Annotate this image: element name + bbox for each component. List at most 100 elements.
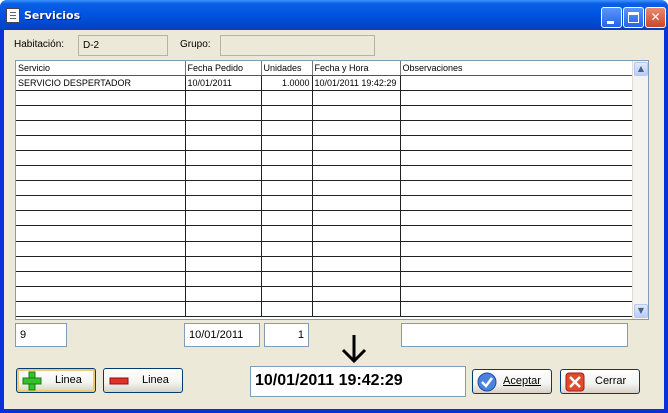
table-row[interactable] (16, 150, 635, 167)
minimize-button[interactable] (601, 7, 622, 28)
unidades-input[interactable]: 1 (264, 323, 309, 347)
table-cell[interactable] (185, 105, 262, 121)
table-cell[interactable] (261, 195, 313, 212)
col-servicio-header[interactable]: Servicio (16, 61, 186, 76)
table-cell[interactable] (261, 256, 313, 272)
table-row[interactable] (16, 105, 635, 121)
table-row[interactable] (16, 90, 635, 106)
table-row[interactable]: SERVICIO DESPERTADOR 10/01/2011 1.0000 10/0… (16, 75, 635, 91)
servicio-code-input[interactable]: 9 (15, 323, 67, 347)
close-button[interactable]: Cerrar (560, 369, 640, 394)
table-row[interactable] (16, 256, 635, 272)
table-cell[interactable] (16, 120, 186, 136)
maximize-button[interactable] (623, 7, 644, 28)
table-cell[interactable] (185, 135, 262, 151)
fecha-pedido-input[interactable]: 10/01/2011 (184, 323, 260, 347)
table-cell[interactable] (185, 225, 262, 242)
table-cell[interactable] (312, 301, 401, 318)
table-row[interactable] (16, 241, 635, 257)
table-cell[interactable] (400, 301, 635, 318)
table-cell[interactable] (400, 256, 635, 272)
observaciones-input[interactable] (401, 323, 628, 347)
table-cell[interactable] (16, 301, 186, 318)
table-cell[interactable] (185, 241, 262, 257)
table-cell[interactable] (400, 135, 635, 151)
table-cell[interactable] (312, 90, 401, 106)
table-cell[interactable] (312, 120, 401, 136)
table-cell[interactable] (16, 90, 186, 106)
table-cell[interactable] (16, 135, 186, 151)
table-cell[interactable] (312, 225, 401, 242)
table-cell[interactable]: 10/01/2011 19:42:29 (312, 75, 401, 91)
table-cell[interactable] (261, 90, 313, 106)
table-cell[interactable] (185, 271, 262, 287)
table-cell[interactable] (261, 120, 313, 136)
table-row[interactable] (16, 225, 635, 242)
table-cell[interactable] (16, 180, 186, 197)
table-cell[interactable] (400, 105, 635, 121)
table-cell[interactable] (185, 180, 262, 197)
table-cell[interactable] (400, 180, 635, 197)
close-window-button[interactable]: ✕ (645, 7, 666, 28)
table-cell[interactable] (400, 225, 635, 242)
table-cell[interactable] (312, 165, 401, 182)
table-cell[interactable] (185, 210, 262, 227)
servicios-grid[interactable]: Servicio Fecha Pedido Unidades Fecha y H… (15, 60, 649, 320)
table-cell[interactable] (261, 150, 313, 167)
table-cell[interactable] (400, 271, 635, 287)
accept-button[interactable]: Aceptar (472, 369, 552, 394)
table-cell[interactable] (312, 105, 401, 121)
table-cell[interactable] (16, 210, 186, 227)
table-cell[interactable] (400, 120, 635, 136)
col-observaciones-header[interactable]: Observaciones (400, 61, 635, 76)
col-unidades-header[interactable]: Unidades (261, 61, 313, 76)
table-cell[interactable] (400, 90, 635, 106)
table-cell[interactable] (400, 195, 635, 212)
table-cell[interactable] (185, 90, 262, 106)
table-cell[interactable] (16, 105, 186, 121)
scroll-up-icon[interactable]: ▲ (634, 62, 648, 76)
table-cell[interactable] (16, 286, 186, 302)
table-cell[interactable]: 10/01/2011 (185, 75, 262, 91)
remove-line-button[interactable]: Linea (103, 368, 183, 393)
table-cell[interactable] (312, 150, 401, 167)
table-cell[interactable]: SERVICIO DESPERTADOR (16, 75, 186, 91)
col-fecha-hora-header[interactable]: Fecha y Hora (312, 61, 401, 76)
table-row[interactable] (16, 271, 635, 287)
table-cell[interactable] (16, 150, 186, 167)
table-cell[interactable] (261, 271, 313, 287)
title-bar[interactable]: Servicios ✕ (0, 0, 668, 30)
table-row[interactable] (16, 210, 635, 227)
table-cell[interactable] (261, 105, 313, 121)
table-cell[interactable] (185, 286, 262, 302)
table-cell[interactable] (400, 75, 635, 91)
table-row[interactable] (16, 180, 635, 197)
table-cell[interactable] (312, 210, 401, 227)
table-cell[interactable] (185, 301, 262, 318)
table-row[interactable] (16, 286, 635, 302)
table-cell[interactable] (16, 165, 186, 182)
table-row[interactable] (16, 135, 635, 151)
table-row[interactable] (16, 301, 635, 318)
table-cell[interactable] (185, 120, 262, 136)
table-cell[interactable] (185, 150, 262, 167)
table-cell[interactable] (400, 150, 635, 167)
table-cell[interactable]: 1.0000 (261, 75, 313, 91)
table-cell[interactable] (16, 256, 186, 272)
table-cell[interactable] (261, 286, 313, 302)
table-cell[interactable] (16, 195, 186, 212)
table-cell[interactable] (400, 286, 635, 302)
table-cell[interactable] (261, 180, 313, 197)
table-cell[interactable] (312, 286, 401, 302)
table-cell[interactable] (16, 271, 186, 287)
table-cell[interactable] (312, 256, 401, 272)
table-row[interactable] (16, 195, 635, 212)
add-line-button[interactable]: Linea (16, 368, 96, 393)
table-cell[interactable] (185, 256, 262, 272)
table-cell[interactable] (16, 241, 186, 257)
table-cell[interactable] (185, 165, 262, 182)
table-cell[interactable] (261, 165, 313, 182)
table-cell[interactable] (261, 210, 313, 227)
table-cell[interactable] (261, 241, 313, 257)
table-cell[interactable] (312, 195, 401, 212)
